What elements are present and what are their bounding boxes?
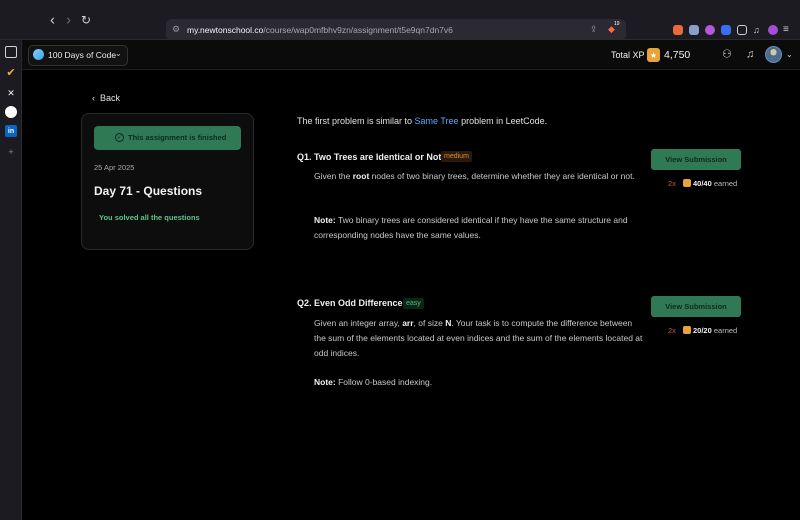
xp-multiplier: 2x: [668, 326, 676, 335]
extension-blue-icon[interactable]: [721, 25, 731, 35]
back-link[interactable]: ‹ Back: [92, 93, 120, 103]
solved-message: You solved all the questions: [99, 213, 200, 222]
extension-purple-icon[interactable]: [705, 25, 715, 35]
xp-value: 4,750: [664, 49, 691, 61]
score-earned: 20/20 earned: [693, 326, 738, 335]
menu-icon[interactable]: ≡: [783, 25, 793, 35]
add-panel-icon[interactable]: +: [5, 146, 17, 158]
xp-coin-icon: [683, 326, 691, 334]
chevron-left-icon: ‹: [92, 93, 95, 103]
same-tree-link[interactable]: Same Tree: [415, 116, 459, 126]
intro-text: The first problem is similar to Same Tre…: [297, 116, 548, 126]
x-app-icon[interactable]: ✕: [5, 87, 17, 99]
circle-app-icon[interactable]: [5, 106, 17, 118]
reload-icon[interactable]: ↻: [81, 14, 91, 26]
linkedin-icon[interactable]: in: [5, 125, 17, 137]
assignment-title: Day 71 - Questions: [94, 184, 203, 198]
score-earned: 40/40 earned: [693, 179, 738, 188]
forward-arrow-icon[interactable]: ›: [66, 13, 71, 28]
course-name: 100 Days of Code: [48, 50, 117, 60]
xp-coin-icon: ★: [647, 48, 660, 62]
share-icon[interactable]: ⇪: [590, 25, 598, 34]
view-submission-button[interactable]: View Submission: [651, 149, 741, 170]
question-note: Note: Follow 0-based indexing.: [314, 377, 433, 387]
xp-coin-icon: [683, 179, 691, 187]
view-submission-button[interactable]: View Submission: [651, 296, 741, 317]
bell-icon[interactable]: ♫: [746, 49, 754, 61]
music-icon[interactable]: ♫: [753, 25, 763, 35]
url-text[interactable]: my.newtonschool.co/course/wap0mfbhv9zn/a…: [187, 25, 453, 35]
checkmark-app-icon[interactable]: ✔: [5, 67, 17, 79]
assignment-date: 25 Apr 2025: [94, 163, 135, 172]
extension-cloud-icon[interactable]: [689, 25, 699, 35]
question-number: Q2.: [297, 298, 312, 308]
question-description: Given an integer array, arr, of size N. …: [314, 318, 643, 358]
xp-label: Total XP: [611, 50, 645, 60]
extension-fox-icon[interactable]: [673, 25, 683, 35]
back-arrow-icon[interactable]: ‹: [50, 13, 55, 28]
question-title[interactable]: Even Odd Difference: [314, 298, 403, 308]
status-text: This assignment is finished: [128, 133, 227, 142]
avatar-chevron-down-icon[interactable]: ⌄: [786, 51, 793, 59]
question-note: Note: Two binary trees are considered id…: [314, 215, 628, 240]
difficulty-badge: easy: [403, 298, 424, 309]
extension-count-badge: 19: [614, 21, 620, 27]
xp-multiplier: 2x: [668, 179, 676, 188]
question-title[interactable]: Two Trees are Identical or Not: [314, 152, 441, 162]
users-icon[interactable]: ⚇: [722, 49, 732, 61]
course-logo-icon: [33, 49, 44, 60]
extension-puzzle-icon[interactable]: [737, 25, 747, 35]
chevron-down-icon[interactable]: ⌄: [115, 49, 122, 58]
check-circle-icon: ✓: [115, 133, 124, 142]
profile-icon[interactable]: [768, 25, 778, 35]
question-number: Q1.: [297, 152, 312, 162]
difficulty-badge: medium: [441, 151, 472, 162]
avatar[interactable]: [765, 46, 782, 63]
back-label: Back: [100, 93, 121, 103]
site-settings-icon[interactable]: ⚙: [172, 25, 180, 34]
sidebar-toggle-icon[interactable]: [5, 46, 17, 58]
question-description: Given the root nodes of two binary trees…: [314, 171, 635, 181]
